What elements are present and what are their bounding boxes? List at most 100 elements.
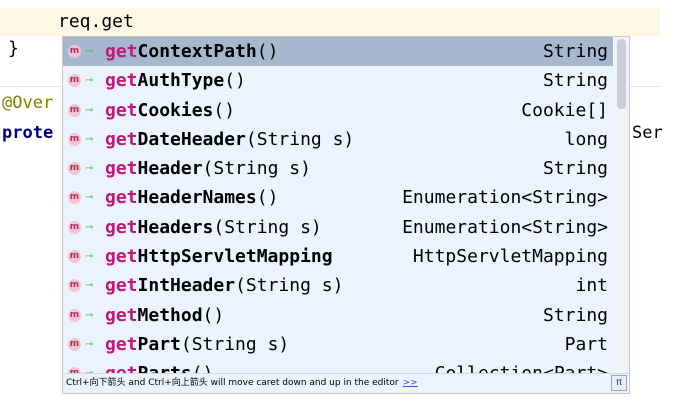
method-params: () [224,70,246,92]
method-name-rest: Header [137,158,203,180]
return-type: Enumeration<String> [402,187,608,209]
method-params: () [202,304,225,326]
completion-item[interactable]: m ⊸ getMethod() String [63,301,615,330]
completion-item-name: getAuthType() [105,66,246,95]
match-prefix: get [105,333,138,355]
completion-item-name: getContextPath() [105,37,278,66]
code-editor[interactable]: req.get } @Over prote Ser m ⊸ getContextPa… [0,0,685,402]
completion-item-name: getHeader(String s) [105,154,311,183]
current-line-code[interactable]: req.get [58,9,134,35]
return-type: String [542,304,608,326]
match-prefix: get [105,275,138,297]
return-type: String [542,158,608,180]
method-icon: m [68,132,81,146]
annotation-fragment: @Over [2,93,54,113]
method-icon: m [68,45,81,58]
completion-item[interactable]: m ⊸ getPart(String s) Part [63,330,615,359]
return-type: Part [564,333,608,355]
scrollbar-thumb[interactable] [617,39,626,109]
completion-item[interactable]: m ⊸ getAuthType() String [63,66,615,95]
completion-item[interactable]: m ⊸ getIntHeader(String s) int [63,271,615,300]
completion-item[interactable]: m ⊸ getDateHeader(String s) long [63,125,615,154]
public-visibility-icon: ⊸ [85,280,94,292]
match-prefix: get [105,304,138,326]
match-prefix: get [105,158,138,180]
completion-list[interactable]: m ⊸ getContextPath() String m ⊸ getAuthType() S… [63,37,615,375]
method-params: (String s) [180,333,290,355]
completion-item-name: getDateHeader(String s) [105,125,354,154]
completion-item-name: getHeaderNames() [105,183,278,212]
method-name-rest: Part [137,333,181,355]
method-icon: m [68,220,81,234]
method-icon: m [68,279,81,293]
method-params: (String s) [213,216,322,238]
public-visibility-icon: ⊸ [85,163,94,175]
return-type: String [542,70,608,92]
match-prefix: get [105,187,138,209]
public-visibility-icon: ⊸ [85,75,94,87]
completion-item[interactable]: m ⊸ getCookies() Cookie[] [63,96,615,125]
method-params: (String s) [245,128,355,150]
return-type: String [542,41,608,62]
method-params: (String s) [202,158,311,180]
public-visibility-icon: ⊸ [85,46,94,57]
completion-item-name: getHttpServletMapping [105,242,333,271]
method-icon: m [68,74,81,88]
method-icon: m [68,162,81,176]
pi-icon[interactable]: π [611,375,627,391]
method-name-rest: IntHeader [137,275,236,297]
completion-item-name: getCookies() [105,96,235,125]
completion-item-name: getMethod() [105,301,224,330]
public-visibility-icon: ⊸ [85,192,94,204]
completion-item[interactable]: m ⊸ getHeader(String s) String [63,154,615,183]
method-name-rest: DateHeader [137,128,246,150]
method-name-rest: AuthType [137,70,225,92]
public-visibility-icon: ⊸ [85,221,94,233]
return-type: long [564,128,608,150]
method-name-rest: Method [137,304,203,326]
return-type: int [575,275,608,297]
return-type: Cookie[] [521,99,608,121]
completion-popup[interactable]: m ⊸ getContextPath() String m ⊸ getAuthType() S… [62,36,630,394]
keyword-fragment: prote [2,123,54,143]
public-visibility-icon: ⊸ [85,338,94,350]
method-icon: m [68,191,81,205]
footer-hint: Ctrl+向下箭头 and Ctrl+向上箭头 will move caret … [66,378,399,388]
public-visibility-icon: ⊸ [85,251,94,263]
match-prefix: get [105,70,138,92]
method-params: (String s) [235,275,344,297]
method-name-rest: ContextPath [137,41,257,62]
method-name-rest: Headers [137,216,214,238]
match-prefix: get [105,246,138,268]
method-icon: m [68,250,81,264]
return-type: HttpServletMapping [412,246,608,268]
completion-item[interactable]: m ⊸ getHeaders(String s) Enumeration<String… [63,213,615,242]
match-prefix: get [105,99,138,121]
footer-more-link[interactable]: >> [403,378,418,388]
return-type: Enumeration<String> [402,216,608,238]
completion-item-name: getHeaders(String s) [105,213,322,242]
method-name-rest: Cookies [137,99,214,121]
closing-brace: } [8,38,19,59]
match-prefix: get [105,41,138,62]
method-icon: m [68,103,81,117]
public-visibility-icon: ⊸ [85,104,94,116]
method-params: () [213,99,236,121]
popup-scrollbar[interactable] [613,37,629,375]
completion-item-name: getIntHeader(String s) [105,271,343,300]
public-visibility-icon: ⊸ [85,133,94,145]
method-name-rest: HeaderNames [137,187,257,209]
method-params: () [256,187,279,209]
match-prefix: get [105,128,138,150]
completion-item[interactable]: m ⊸ getHttpServletMapping HttpServletMappin… [63,242,615,271]
completion-item-name: getPart(String s) [105,330,289,359]
method-icon: m [68,337,81,351]
completion-item[interactable]: m ⊸ getContextPath() String [63,37,615,67]
match-prefix: get [105,216,138,238]
completion-item[interactable]: m ⊸ getHeaderNames() Enumeration<String> [63,183,615,212]
method-name-rest: HttpServletMapping [137,246,333,268]
popup-footer: Ctrl+向下箭头 and Ctrl+向上箭头 will move caret … [63,373,629,393]
method-params: () [256,41,279,62]
public-visibility-icon: ⊸ [85,309,94,321]
method-icon: m [68,308,81,322]
